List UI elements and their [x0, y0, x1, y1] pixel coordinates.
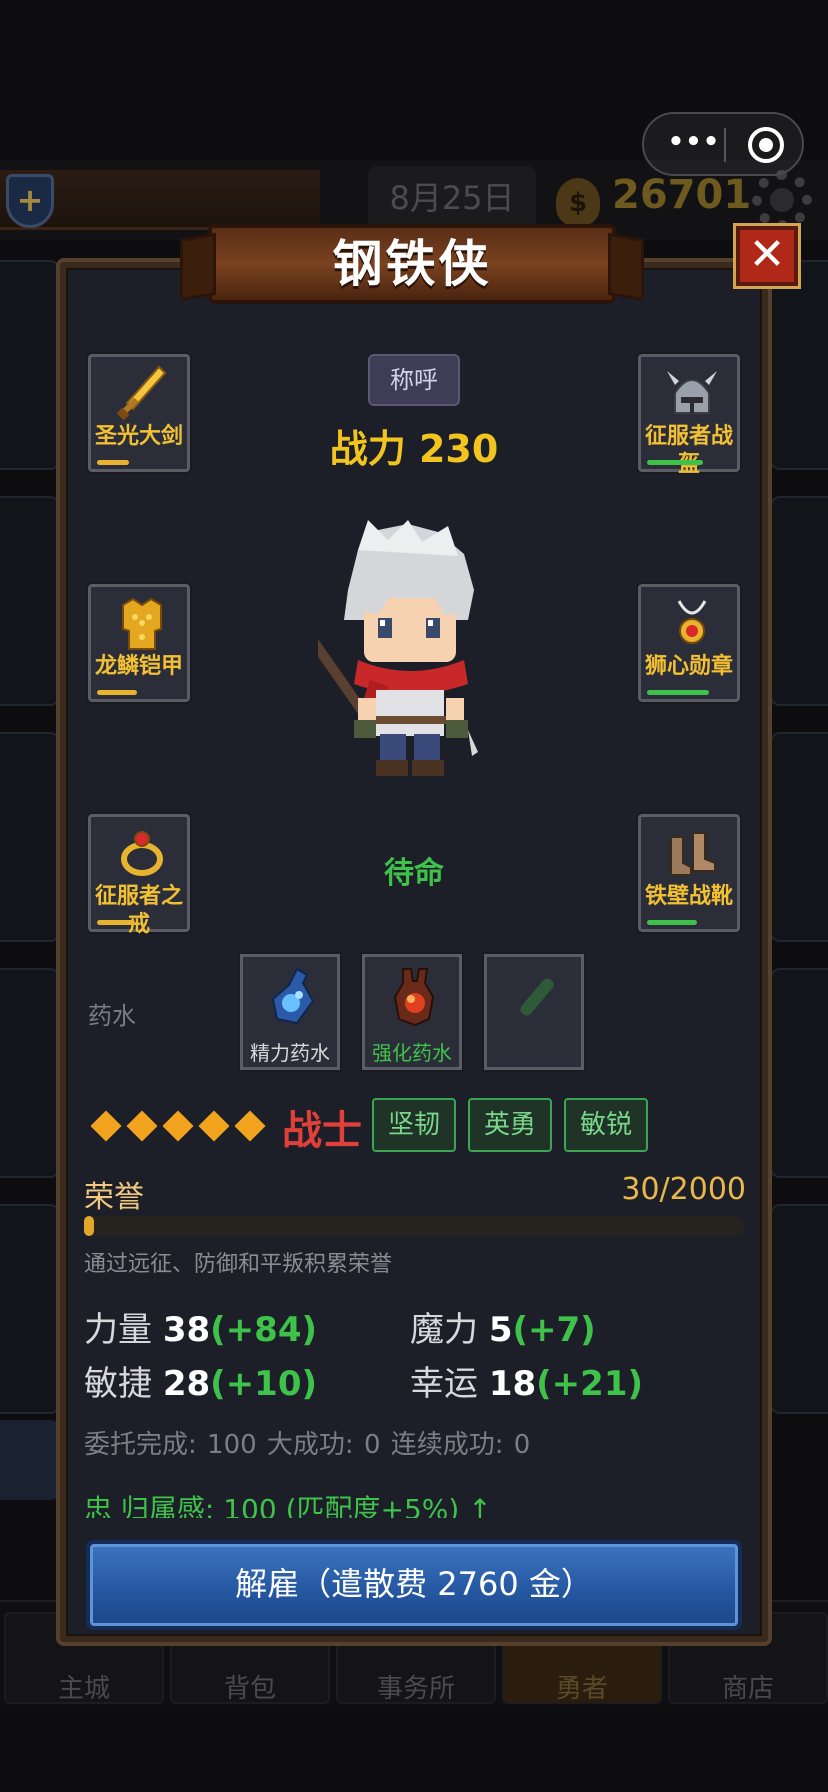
guild-shield-icon	[6, 174, 54, 228]
honor-progress-fill	[84, 1216, 94, 1236]
dismiss-hero-button[interactable]: 解雇（遣散费 2760 金）	[86, 1540, 742, 1630]
trait-badge[interactable]: 坚韧	[372, 1098, 456, 1152]
date-display: 8月25日	[368, 166, 536, 230]
equip-label: 狮心勋章	[644, 654, 733, 679]
power-label: 战力	[329, 427, 406, 471]
hero-class: 战士	[282, 1108, 362, 1154]
potion-slot-empty[interactable]	[482, 952, 586, 1072]
equip-slot-boots[interactable]: 铁壁战靴	[636, 812, 742, 934]
stat-label: 魔力	[410, 1310, 478, 1350]
equip-label: 征服者战盔	[644, 424, 733, 477]
durability-bar	[647, 460, 703, 465]
potion-label: 强化药水	[372, 1041, 452, 1065]
background-left-cards	[0, 260, 60, 1414]
stat-label: 力量	[84, 1310, 152, 1350]
stat-bonus: (+84)	[210, 1310, 318, 1350]
durability-bar	[97, 920, 135, 925]
durability-bar	[647, 920, 697, 925]
honor-value: 30/2000	[621, 1172, 746, 1207]
stat-bonus: (+10)	[210, 1364, 318, 1404]
background-figure	[0, 1420, 60, 1500]
stat-bonus: (+21)	[536, 1364, 644, 1404]
stat-base: 5	[488, 1310, 513, 1350]
hero-portrait	[318, 520, 478, 776]
armor-icon	[122, 597, 162, 650]
commission-record: 委托完成: 100 大成功: 0 连续成功: 0	[84, 1430, 531, 1460]
medal-icon	[677, 600, 707, 644]
miniprogram-capsule: •••	[642, 112, 804, 176]
durability-bar	[97, 460, 129, 465]
potion-slot-energy[interactable]: 精力药水	[238, 952, 342, 1072]
hero-name: 钢铁侠	[332, 235, 492, 293]
stat-agility: 敏捷 28(+10)	[84, 1356, 317, 1405]
combat-power: 战力 230	[300, 418, 528, 473]
stat-bonus: (+7)	[512, 1310, 596, 1350]
stat-strength: 力量 38(+84)	[84, 1302, 317, 1351]
potion-section-label: 药水	[88, 1002, 136, 1030]
close-miniprogram-icon[interactable]	[748, 127, 784, 163]
stat-base: 28	[162, 1364, 211, 1404]
hero-status: 待命	[384, 856, 444, 891]
trait-badge[interactable]: 敏锐	[564, 1098, 648, 1152]
close-button[interactable]: ✕	[733, 223, 801, 289]
ring-icon	[121, 831, 163, 876]
equip-label: 铁壁战靴	[644, 884, 733, 909]
equip-label: 征服者之戒	[94, 884, 183, 937]
stat-label: 幸运	[410, 1364, 478, 1404]
stat-luck: 幸运 18(+21)	[410, 1356, 643, 1405]
settings-gear-icon	[752, 170, 812, 230]
equip-slot-ring[interactable]: 征服者之戒	[86, 812, 192, 937]
title-button[interactable]: 称呼	[368, 354, 460, 406]
stat-base: 18	[488, 1364, 537, 1404]
honor-hint: 通过远征、防御和平叛积累荣誉	[84, 1252, 393, 1277]
durability-bar	[647, 690, 709, 695]
equip-slot-helmet[interactable]: 征服者战盔	[636, 352, 742, 477]
equip-label: 龙鳞铠甲	[94, 654, 183, 679]
honor-progress-bar	[84, 1216, 744, 1236]
rank-stars	[88, 1106, 268, 1146]
equip-slot-armor[interactable]: 龙鳞铠甲	[86, 582, 192, 704]
helmet-icon	[667, 371, 717, 414]
star-icon	[198, 1110, 230, 1142]
stat-base: 38	[162, 1310, 211, 1350]
equip-slot-medal[interactable]: 狮心勋章	[636, 582, 742, 704]
honor-label: 荣誉	[84, 1180, 144, 1215]
potion-label: 精力药水	[250, 1041, 330, 1065]
star-icon	[162, 1110, 194, 1142]
trait-badge[interactable]: 英勇	[468, 1098, 552, 1152]
equip-slot-weapon[interactable]: 圣光大剑	[86, 352, 192, 474]
boots-icon	[670, 832, 716, 876]
capsule-divider	[724, 128, 726, 162]
sword-icon	[116, 365, 167, 421]
star-icon	[234, 1110, 266, 1142]
enhance-potion-icon	[393, 968, 435, 1027]
more-menu-icon[interactable]: •••	[664, 114, 724, 174]
empty-potion-slot-icon	[520, 978, 554, 1016]
gold-bag-icon: $	[556, 178, 600, 226]
gold-amount: 26701	[612, 172, 752, 218]
potion-slot-enhance[interactable]: 强化药水	[360, 952, 464, 1072]
loyalty-line: 忠 归属感: 100 (匹配度+5%) ↑	[84, 1493, 492, 1518]
equip-label: 圣光大剑	[94, 424, 183, 449]
durability-bar	[97, 690, 137, 695]
power-value: 230	[418, 427, 499, 471]
energy-potion-icon	[271, 967, 315, 1025]
star-icon	[90, 1110, 122, 1142]
stat-label: 敏捷	[84, 1364, 152, 1404]
stat-magic: 魔力 5(+7)	[410, 1302, 596, 1351]
background-right-cards	[770, 260, 828, 1414]
star-icon	[126, 1110, 158, 1142]
